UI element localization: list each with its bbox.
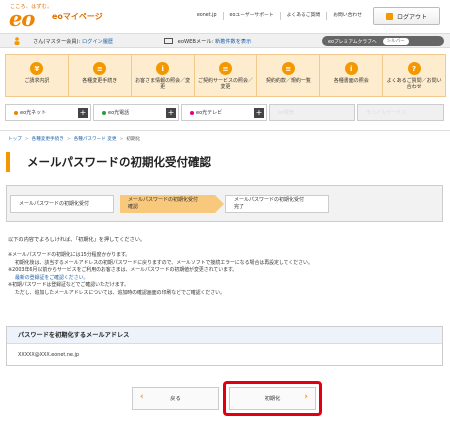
logout-label: ログアウト bbox=[396, 13, 427, 21]
service-tab-label: eo光電話 bbox=[108, 110, 130, 116]
main-menu: ¥ ご請求内訳 ≡ 各種変更手続き i お客さま情報の照会／変更 ≡ ご契約サー… bbox=[5, 54, 446, 97]
registration-cert-link[interactable]: 最新の登録証をご確認ください。 bbox=[15, 275, 88, 281]
back-label: 戻る bbox=[170, 396, 181, 402]
highlight-box: 初期化 › bbox=[223, 381, 322, 416]
info-icon: i bbox=[156, 62, 170, 75]
step-label-line: メールパスワードの初期化受付 bbox=[128, 197, 199, 203]
login-history-link[interactable]: ログイン履歴 bbox=[82, 39, 113, 45]
service-tab-label: eo電気 bbox=[278, 110, 295, 116]
site-header: こころ、はずむ。 eo eoマイページ eonet.jp eoユーザーサポート … bbox=[0, 0, 450, 31]
step-label-line: 確認 bbox=[128, 204, 139, 210]
progress-steps: メールパスワードの初期化受付 メールパスワードの初期化受付 確認 メールパスワード… bbox=[6, 185, 443, 222]
service-tab-mobile: モバイルサービス bbox=[357, 104, 444, 121]
service-dot-icon bbox=[190, 110, 194, 115]
service-tab-electric: eo電気 bbox=[269, 104, 355, 121]
plus-icon[interactable]: + bbox=[166, 108, 176, 118]
header-link-contact[interactable]: お問い合わせ bbox=[326, 12, 368, 20]
service-tab-net[interactable]: eo光ネット + bbox=[5, 104, 91, 121]
service-tab-label: モバイルサービス bbox=[366, 110, 407, 116]
menu-item-label: ご契約サービスの照会／変更 bbox=[198, 78, 254, 90]
header-link-eonet[interactable]: eonet.jp bbox=[191, 12, 223, 20]
note-line: ※2003年6月以前からサービスをご利用のお客さまは、メールパスワードの初期値が… bbox=[8, 267, 238, 274]
step-label-line: メールパスワードの初期化受付 bbox=[234, 197, 305, 203]
service-tab-label: eo光ネット bbox=[20, 110, 47, 116]
note-line: ※メールパスワードの初期化には15分程度かかります。 bbox=[8, 252, 131, 258]
mail-icon bbox=[164, 38, 173, 44]
menu-item-label: よくあるご質問／お問い合わせ bbox=[386, 78, 442, 90]
eo-logo[interactable]: eo bbox=[9, 8, 35, 29]
menu-item-label: お客さま情報の照会／変更 bbox=[135, 78, 191, 90]
breadcrumb-current: 初期化 bbox=[126, 137, 141, 142]
step-label-line: 完了 bbox=[234, 204, 245, 210]
document-icon: ≡ bbox=[281, 62, 295, 75]
service-dot-icon bbox=[102, 110, 106, 115]
document-icon: ≡ bbox=[93, 62, 107, 75]
service-tab-tv[interactable]: eo光テレビ + bbox=[181, 104, 267, 121]
menu-item-documents[interactable]: i 各種書面の照会 bbox=[319, 55, 382, 96]
member-greeting: さん(マスター会員): bbox=[33, 39, 81, 45]
header-link-support[interactable]: eoユーザーサポート bbox=[222, 12, 280, 20]
person-icon bbox=[14, 37, 20, 45]
menu-item-procedures[interactable]: ≡ 各種変更手続き bbox=[67, 55, 131, 96]
info-icon: i bbox=[344, 62, 358, 75]
page-title: メールパスワードの初期化受付確認 bbox=[6, 152, 443, 172]
mail-address-value: XXXXX@XXX.eonet.ne.jp bbox=[18, 352, 79, 358]
premium-club-button[interactable]: eoプレミアムクラブへ シルバー bbox=[322, 36, 444, 46]
menu-item-label: 各種書面の照会 bbox=[333, 78, 369, 84]
menu-item-billing[interactable]: ¥ ご請求内訳 bbox=[6, 55, 68, 96]
note-line: ※初期パスワードは登録証などでご確認いただけます。 bbox=[8, 282, 129, 289]
lock-icon bbox=[385, 12, 393, 20]
site-name[interactable]: eoマイページ bbox=[52, 11, 103, 22]
plus-icon[interactable]: + bbox=[78, 108, 88, 118]
document-icon: ≡ bbox=[219, 62, 232, 75]
step-reception: メールパスワードの初期化受付 bbox=[10, 195, 114, 213]
breadcrumb-password-change[interactable]: 各種パスワード 変更 bbox=[74, 137, 117, 142]
webmail-label: eoWEBメール: bbox=[177, 39, 214, 45]
plus-icon[interactable]: + bbox=[254, 108, 264, 118]
breadcrumb: トップ > 各種変更手続き > 各種パスワード 変更 > 初期化 bbox=[8, 137, 141, 142]
member-info: さん(マスター会員): ログイン履歴 bbox=[33, 38, 113, 45]
note-line: ただし、追加したメールアドレスについては、追加時の確認画面の印刷などでご確認くだ… bbox=[15, 289, 225, 296]
rank-badge: シルバー bbox=[382, 37, 409, 45]
menu-item-label: ご請求内訳 bbox=[24, 78, 50, 84]
notes: ※メールパスワードの初期化には15分程度かかります。 初期化後は、該当するメール… bbox=[8, 252, 313, 298]
menu-item-terms[interactable]: ≡ 契約約款／規約一覧 bbox=[256, 55, 319, 96]
logout-button[interactable]: ログアウト bbox=[373, 7, 440, 25]
webmail-count-link[interactable]: 新着件数を表示 bbox=[215, 39, 251, 45]
step-complete: メールパスワードの初期化受付 完了 bbox=[225, 195, 329, 213]
header-links: eonet.jp eoユーザーサポート よくあるご質問 お問い合わせ bbox=[191, 12, 368, 20]
divider bbox=[0, 130, 450, 131]
header-link-faq[interactable]: よくあるご質問 bbox=[279, 12, 327, 20]
breadcrumb-procedures[interactable]: 各種変更手続き bbox=[32, 137, 64, 142]
menu-item-label: 各種変更手続き bbox=[82, 78, 118, 84]
service-tab-label: eo光テレビ bbox=[196, 110, 223, 116]
yen-icon: ¥ bbox=[30, 62, 44, 75]
question-icon: ? bbox=[407, 62, 421, 75]
intro-text: 以下の内容でよろしければ、「初期化」を押してください。 bbox=[8, 237, 146, 243]
mail-address-box: パスワードを初期化するメールアドレス XXXXX@XXX.eonet.ne.jp bbox=[6, 326, 443, 366]
mail-address-heading: パスワードを初期化するメールアドレス bbox=[7, 327, 442, 344]
service-dot-icon bbox=[14, 110, 18, 115]
service-tab-phone[interactable]: eo光電話 + bbox=[93, 104, 179, 121]
initialize-button[interactable]: 初期化 › bbox=[229, 387, 316, 410]
chevron-right-icon: › bbox=[304, 392, 308, 402]
service-tabs: eo光ネット + eo光電話 + eo光テレビ + eo電気 モバイルサービス bbox=[5, 104, 446, 121]
back-button[interactable]: ‹ 戻る bbox=[132, 387, 219, 410]
member-bar: さん(マスター会員): ログイン履歴 eoWEBメール: 新着件数を表示 eoプ… bbox=[0, 33, 450, 48]
initialize-label: 初期化 bbox=[264, 396, 281, 402]
breadcrumb-top[interactable]: トップ bbox=[8, 137, 22, 142]
menu-item-faq[interactable]: ? よくあるご質問／お問い合わせ bbox=[382, 55, 445, 96]
menu-item-customer-info[interactable]: i お客さま情報の照会／変更 bbox=[130, 55, 194, 96]
menu-item-label: 契約約款／規約一覧 bbox=[265, 78, 311, 84]
premium-club-label: eoプレミアムクラブへ bbox=[328, 39, 377, 45]
chevron-left-icon: ‹ bbox=[140, 392, 144, 402]
webmail-info: eoWEBメール: 新着件数を表示 bbox=[164, 38, 251, 45]
step-confirm-current: メールパスワードの初期化受付 確認 bbox=[120, 195, 224, 213]
menu-item-contracts[interactable]: ≡ ご契約サービスの照会／変更 bbox=[193, 55, 257, 96]
